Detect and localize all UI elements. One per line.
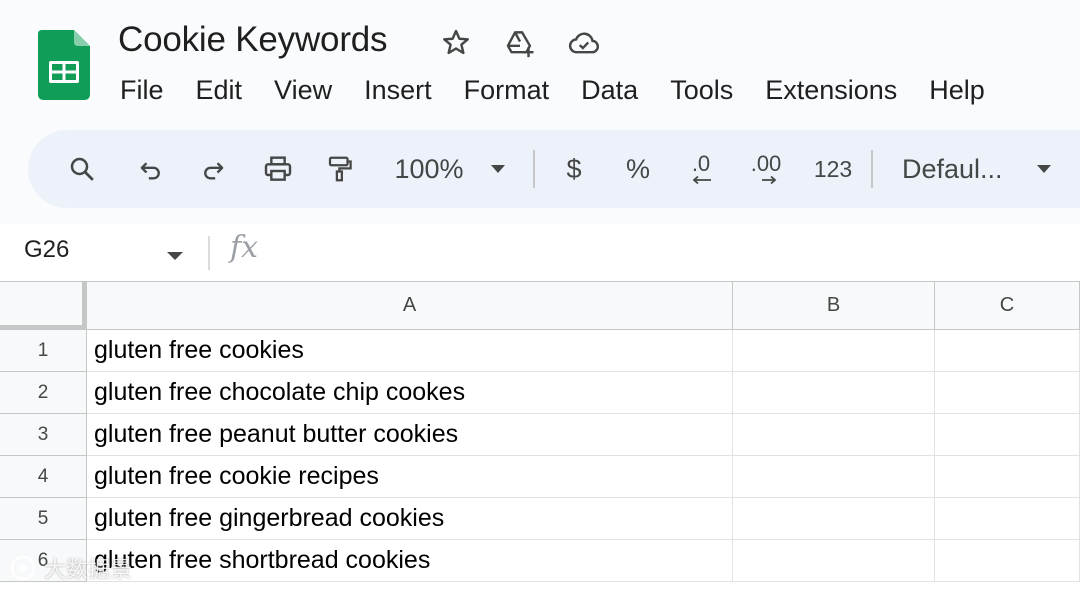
formula-bar: G26 fx [0,224,1080,282]
fx-icon: fx [230,230,259,265]
spreadsheet-grid: A B C 1 gluten free cookies 2 gluten free c… [0,282,1080,589]
column-header-b[interactable]: B [733,282,935,330]
cell-c6[interactable] [935,540,1080,582]
increase-decimal-label: .00 [750,151,782,176]
cell-b3[interactable] [733,414,935,456]
decrease-decimal-button[interactable]: .0 [680,130,722,208]
toolbar-divider [533,150,535,188]
document-title[interactable]: Cookie Keywords [118,20,388,60]
row-header[interactable]: 5 [0,498,87,540]
increase-decimal-button[interactable]: .00 [744,130,788,208]
redo-icon[interactable] [194,130,234,208]
cell-a2[interactable]: gluten free chocolate chip cookes [87,372,733,414]
sheets-logo-icon[interactable] [38,30,90,100]
cloud-saved-icon[interactable] [566,24,602,62]
name-box-dropdown-icon[interactable] [166,248,184,266]
cell-c1[interactable] [935,330,1080,372]
cell-c2[interactable] [935,372,1080,414]
menu-insert[interactable]: Insert [348,75,448,106]
cell-a1[interactable]: gluten free cookies [87,330,733,372]
menu-format[interactable]: Format [448,75,566,106]
menu-edit[interactable]: Edit [180,75,259,106]
print-icon[interactable] [258,130,298,208]
cell-b4[interactable] [733,456,935,498]
row-header[interactable]: 2 [0,372,87,414]
menu-bar: File Edit View Insert Format Data Tools … [104,70,1001,110]
menu-view[interactable]: View [258,75,348,106]
cell-b5[interactable] [733,498,935,540]
toolbar: 100% $ % .0 .00 123 Defaul... [28,130,1080,208]
percent-format-button[interactable]: % [618,130,658,208]
font-dropdown-arrow-icon[interactable] [1032,130,1056,208]
more-formats-button[interactable]: 123 [808,130,858,208]
menu-tools[interactable]: Tools [654,75,749,106]
zoom-dropdown-arrow-icon[interactable] [486,130,510,208]
cell-a3[interactable]: gluten free peanut butter cookies [87,414,733,456]
move-to-drive-icon[interactable] [502,24,538,62]
watermark-logo-icon [10,555,36,581]
arrow-right-icon [762,175,777,185]
row-header[interactable]: 3 [0,414,87,456]
currency-format-button[interactable]: $ [556,130,592,208]
undo-icon[interactable] [130,130,170,208]
cell-c3[interactable] [935,414,1080,456]
cell-b2[interactable] [733,372,935,414]
menu-data[interactable]: Data [565,75,654,106]
menu-extensions[interactable]: Extensions [749,75,913,106]
cell-c4[interactable] [935,456,1080,498]
cell-a4[interactable]: gluten free cookie recipes [87,456,733,498]
title-actions [438,24,630,62]
decrease-decimal-label: .0 [691,151,711,176]
watermark: 大数据景 [8,552,132,584]
column-header-c[interactable]: C [935,282,1080,330]
search-icon[interactable] [62,130,102,208]
menu-help[interactable]: Help [913,75,1001,106]
cell-c5[interactable] [935,498,1080,540]
row-header[interactable]: 4 [0,456,87,498]
select-all-corner[interactable] [0,282,87,330]
name-box[interactable]: G26 [24,236,69,264]
formula-bar-divider [208,236,210,270]
menu-file[interactable]: File [104,75,180,106]
watermark-text: 大数据景 [44,557,133,582]
row-header[interactable]: 1 [0,330,87,372]
cell-a5[interactable]: gluten free gingerbread cookies [87,498,733,540]
column-header-a[interactable]: A [87,282,733,330]
zoom-select[interactable]: 100% [384,130,474,208]
font-family-select[interactable]: Defaul... [902,130,1012,208]
star-icon[interactable] [438,24,474,62]
cell-b6[interactable] [733,540,935,582]
arrow-left-icon [692,175,711,185]
cell-a6[interactable]: gluten free shortbread cookies [87,540,733,582]
paint-format-icon[interactable] [320,130,360,208]
app-header: Cookie Keywords File Edit View Insert Fo… [0,0,1080,128]
cell-b1[interactable] [733,330,935,372]
toolbar-divider [871,150,873,188]
